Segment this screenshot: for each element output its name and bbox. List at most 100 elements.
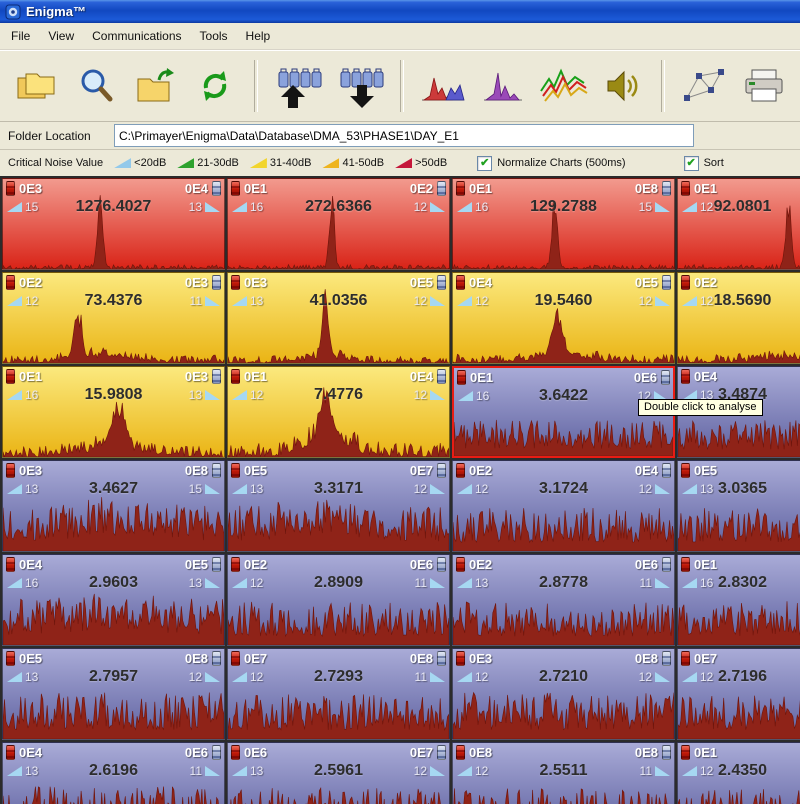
leak-value: 2.5511 (453, 762, 674, 780)
chart-tile[interactable]: 0E40E5121219.5460 (452, 272, 675, 364)
histogram-button[interactable] (417, 56, 469, 116)
logger-battery-blue-icon (212, 275, 221, 290)
loggers-up-icon (271, 64, 325, 108)
enigma-window: { "window": {"title": "Enigma™"}, "menu"… (0, 0, 800, 800)
right-logger-id: 0E6 (634, 370, 657, 385)
chart-tile[interactable]: 0E20E613112.8778 (452, 554, 675, 646)
frequency-icon (482, 68, 524, 104)
toolbar-separator (400, 60, 404, 112)
logger-battery-red-icon (6, 369, 15, 384)
left-logger-id: 0E5 (19, 651, 42, 666)
menu-item-view[interactable]: View (39, 25, 83, 47)
chart-tile[interactable]: 0E80E812112.5511 (452, 742, 675, 804)
chart-tile[interactable]: 0E20E612112.8909 (227, 554, 450, 646)
program-loggers-button[interactable] (333, 56, 387, 116)
left-logger-id: 0E1 (694, 557, 717, 572)
tile-header: 0E30E8 (6, 463, 221, 478)
right-logger-id: 0E3 (185, 275, 208, 290)
right-logger-id: 0E8 (635, 181, 658, 196)
chart-tile[interactable]: 0E50E713123.3171 (227, 460, 450, 552)
noise-band-2: 31-40dB (250, 157, 312, 169)
normalize-option: ✔ Normalize Charts (500ms) (477, 156, 625, 171)
chart-tile[interactable]: 0E50E813122.7957 (2, 648, 225, 740)
tile-header: 0E10E3 (6, 369, 221, 384)
sort-checkbox[interactable]: ✔ (684, 156, 699, 171)
tile-header: 0E2 (681, 275, 800, 290)
chart-tile[interactable]: 0E1162.8302 (677, 554, 800, 646)
chart-tile[interactable]: 0E10E81615129.2788 (452, 178, 675, 270)
leak-value: 18.5690 (678, 292, 800, 310)
left-logger-id: 0E1 (469, 181, 492, 196)
refresh-icon (195, 66, 235, 106)
leak-value: 41.0356 (228, 292, 449, 310)
left-logger-id: 0E3 (244, 275, 267, 290)
chart-tile[interactable]: 0E1122.4350 (677, 742, 800, 804)
logger-battery-red-icon (456, 557, 465, 572)
logger-battery-red-icon (456, 275, 465, 290)
chart-tile[interactable]: 0E10E3161315.9808 (2, 366, 225, 458)
chart-tile[interactable]: 0E5133.0365 (677, 460, 800, 552)
menu-item-file[interactable]: File (2, 25, 39, 47)
logger-battery-red-icon (6, 275, 15, 290)
loggers-down-icon (333, 64, 387, 108)
sound-button[interactable] (597, 56, 649, 116)
check-icon: ✔ (686, 158, 695, 169)
logger-battery-red-icon (231, 651, 240, 666)
left-logger-id: 0E5 (694, 463, 717, 478)
chart-tile[interactable]: 0E30E813153.4627 (2, 460, 225, 552)
tile-header: 0E5 (681, 463, 800, 478)
right-logger-id: 0E7 (410, 745, 433, 760)
tile-header: 0E30E8 (456, 651, 671, 666)
search-button[interactable] (70, 56, 122, 116)
tile-header: 0E30E4 (6, 181, 221, 196)
logger-battery-red-icon (231, 745, 240, 760)
chart-tile[interactable]: 0E10E21612272.6366 (227, 178, 450, 270)
chart-tile[interactable]: 0E20E3121173.4376 (2, 272, 225, 364)
correlation-button[interactable] (678, 56, 730, 116)
noise-band-1: 21-30dB (177, 157, 239, 169)
logger-battery-blue-icon (212, 651, 221, 666)
right-logger-id: 0E8 (185, 463, 208, 478)
left-logger-id: 0E7 (694, 651, 717, 666)
right-logger-id: 0E7 (410, 463, 433, 478)
analysis-tooltip: Double click to analyse (638, 399, 763, 416)
chart-tile[interactable]: 0E21218.5690 (677, 272, 800, 364)
right-logger-id: 0E5 (635, 275, 658, 290)
normalize-checkbox[interactable]: ✔ (477, 156, 492, 171)
chart-tile[interactable]: 0E11292.0801 (677, 178, 800, 270)
logger-battery-blue-icon (662, 557, 671, 572)
chart-tile[interactable]: 0E7122.7196 (677, 648, 800, 740)
chart-tile[interactable]: 0E30E415131276.4027 (2, 178, 225, 270)
folders-button[interactable] (10, 56, 62, 116)
noise-band-triangle-icon (177, 158, 194, 168)
chart-tile[interactable]: 0E70E812112.7293 (227, 648, 450, 740)
frequency-button[interactable] (477, 56, 529, 116)
chart-tile[interactable]: 0E40E516132.9603 (2, 554, 225, 646)
menu-item-tools[interactable]: Tools (191, 25, 237, 47)
chart-tile[interactable]: 0E20E412123.1724 (452, 460, 675, 552)
tile-header: 0E10E4 (231, 369, 446, 384)
logger-battery-red-icon (6, 651, 15, 666)
logger-battery-red-icon (456, 651, 465, 666)
chart-tile[interactable]: 0E40E613112.6196 (2, 742, 225, 804)
logger-battery-red-icon (231, 275, 240, 290)
overlay-charts-button[interactable] (537, 56, 589, 116)
logger-battery-blue-icon (212, 369, 221, 384)
chart-tile[interactable]: 0E60E713122.5961 (227, 742, 450, 804)
toolbar-separator (661, 60, 665, 112)
noise-band-label: 21-30dB (197, 157, 239, 169)
chart-tile[interactable]: 0E10E412127.4776 (227, 366, 450, 458)
folder-path-input[interactable] (114, 124, 694, 147)
open-folder-button[interactable] (130, 56, 182, 116)
chart-tile[interactable]: 0E30E812122.7210 (452, 648, 675, 740)
noise-band-triangle-icon (322, 158, 339, 168)
chart-tile[interactable]: 0E30E5131241.0356 (227, 272, 450, 364)
menu-item-communications[interactable]: Communications (83, 25, 190, 47)
print-button[interactable] (738, 56, 790, 116)
refresh-button[interactable] (190, 56, 242, 116)
menu-item-help[interactable]: Help (237, 25, 280, 47)
read-loggers-button[interactable] (271, 56, 325, 116)
right-logger-id: 0E4 (410, 369, 433, 384)
logger-battery-red-icon (6, 181, 15, 196)
noise-band-0: <20dB (114, 157, 166, 169)
